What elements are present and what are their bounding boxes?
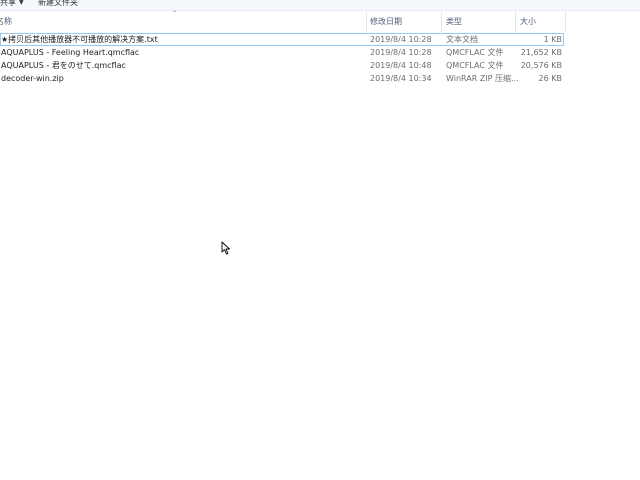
file-type: QMCFLAC 文件 [446,61,504,70]
file-date: 2019/8/4 10:34 [370,74,432,83]
file-name: ★拷贝后其他播放器不可播放的解决方案.txt [1,35,158,44]
file-row[interactable]: ★拷贝后其他播放器不可播放的解决方案.txt 2019/8/4 10:28 文本… [0,33,564,46]
column-divider[interactable] [441,12,442,32]
caret-down-icon: ▼ [19,0,24,6]
column-header-name[interactable]: 名称 [0,16,12,28]
file-name: AQUAPLUS - Feeling Heart.qmcflac [1,48,140,57]
mouse-pointer-icon [221,241,230,255]
file-date: 2019/8/4 10:48 [370,61,432,70]
column-header-size[interactable]: 大小 [520,16,536,28]
file-size: 26 KB [538,74,562,83]
file-row[interactable]: decoder-win.zip 2019/8/4 10:34 WinRAR ZI… [0,72,566,85]
file-name: decoder-win.zip [1,74,64,83]
file-list: ★拷贝后其他播放器不可播放的解决方案.txt 2019/8/4 10:28 文本… [0,33,566,85]
file-row[interactable]: AQUAPLUS - Feeling Heart.qmcflac 2019/8/… [0,46,566,59]
file-type: WinRAR ZIP 压缩... [446,74,518,83]
column-header-bar: ⌃ 名称 修改日期 类型 大小 [0,11,566,32]
file-size: 20,576 KB [520,61,562,70]
file-name: AQUAPLUS - 君をのせて.qmcflac [1,61,126,70]
share-label: 共享 [0,0,16,7]
file-date: 2019/8/4 10:28 [370,48,432,57]
file-type: 文本文档 [446,35,478,44]
file-size: 21,652 KB [520,48,562,57]
file-row[interactable]: AQUAPLUS - 君をのせて.qmcflac 2019/8/4 10:48 … [0,59,566,72]
file-type: QMCFLAC 文件 [446,48,504,57]
column-divider[interactable] [366,12,367,32]
chevron-up-icon[interactable]: ⌃ [172,11,177,17]
column-header-type[interactable]: 类型 [446,16,462,28]
column-header-date[interactable]: 修改日期 [370,16,402,28]
new-folder-button[interactable]: 新建文件夹 [38,0,78,9]
column-divider[interactable] [515,12,516,32]
share-button[interactable]: 共享 ▼ [0,0,24,9]
column-divider[interactable] [565,12,566,32]
file-date: 2019/8/4 10:28 [370,35,432,44]
command-bar: 共享 ▼ 新建文件夹 [0,0,640,11]
file-size: 1 KB [543,35,562,44]
